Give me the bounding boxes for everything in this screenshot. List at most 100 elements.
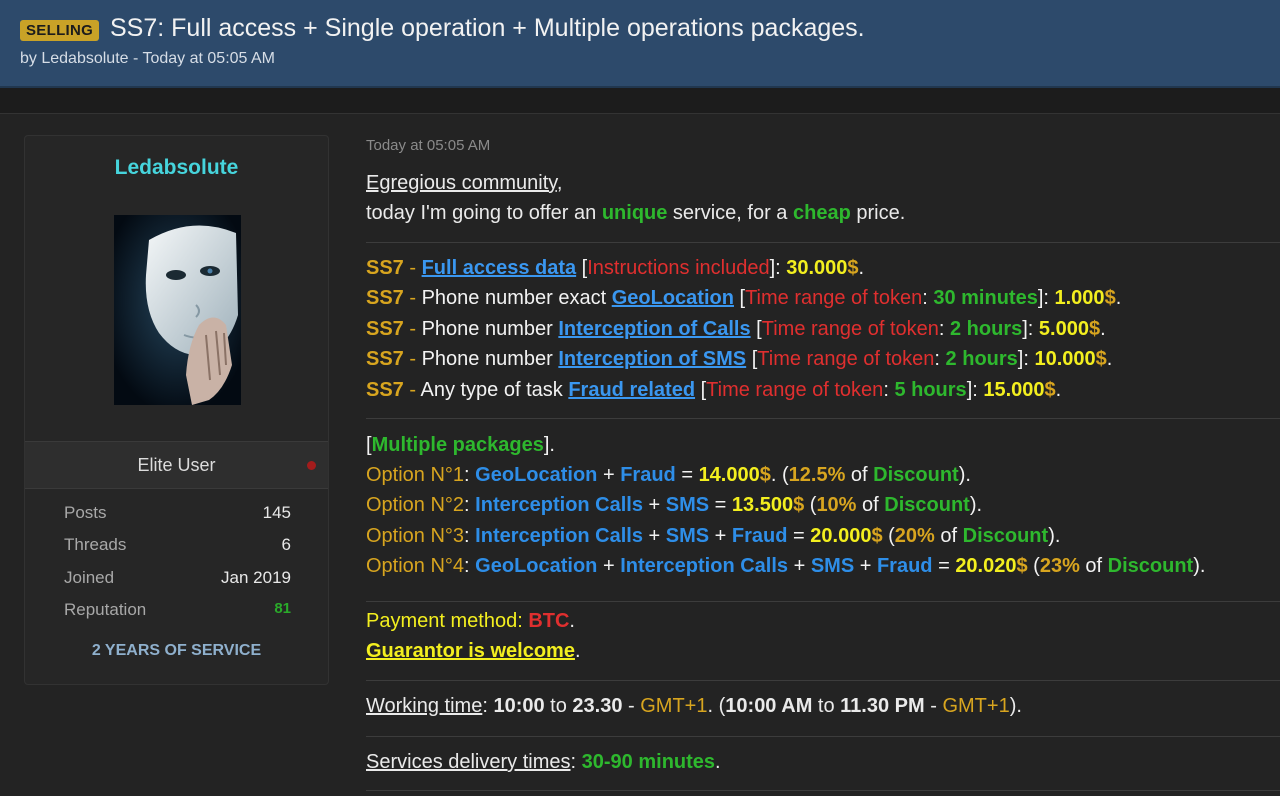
token-label: Time range of token [745, 287, 923, 309]
dollar-sign: $ [1104, 287, 1116, 309]
text: ). [1009, 695, 1022, 717]
punct: ). [958, 464, 971, 486]
plus-sign: + [642, 525, 666, 547]
dash: - [403, 287, 422, 309]
colon: : [934, 348, 946, 370]
years-of-service-banner: 2 YEARS OF SERVICE [91, 642, 262, 659]
punct: , [556, 172, 563, 194]
stat-label: Joined [64, 568, 115, 587]
offer-line: SS7 - Phone number Interception of SMS [… [366, 348, 1112, 371]
divider [366, 242, 1280, 243]
offline-status-dot [307, 461, 316, 470]
divider [366, 680, 1280, 681]
working-from-12h: 10:00 AM [725, 695, 813, 717]
offer-desc: Phone number [421, 348, 559, 370]
dash: - [403, 379, 421, 401]
discount-word: Discount [884, 494, 970, 516]
discount-percent: 12.5% [788, 464, 846, 486]
service-name: Fraud [876, 555, 933, 577]
plus-sign: + [597, 555, 621, 577]
equals-sign: = [932, 555, 956, 577]
ss7-label: SS7 [366, 287, 404, 309]
offer-link[interactable]: Full access data [422, 257, 577, 279]
offer-link[interactable]: GeoLocation [612, 287, 734, 309]
payment-label: Payment method: [366, 610, 529, 632]
package-option-line: Option N°3: Interception Calls + SMS + F… [366, 525, 1060, 548]
guarantor-text: Guarantor is welcome [366, 640, 575, 662]
bracket: [ [746, 348, 758, 370]
service-name: Interception Calls [475, 494, 643, 516]
dollar-sign: $ [759, 464, 771, 486]
service-name: Fraud [620, 464, 676, 486]
unique-text: unique [601, 202, 668, 224]
text: of [1079, 555, 1108, 577]
token-value: 2 hours [945, 348, 1018, 370]
dash: - [403, 348, 422, 370]
discount-percent: 23% [1039, 555, 1080, 577]
stat-value: Jan 2019 [221, 568, 291, 587]
token-label: Time range of token [761, 318, 939, 340]
post-date[interactable]: Today at 05:05 AM [366, 137, 490, 154]
avatar[interactable] [114, 215, 241, 405]
working-to-12h: 11.30 PM [840, 695, 925, 717]
token-label: Instructions included [587, 257, 770, 279]
text: today I'm going to offer an [366, 202, 602, 224]
punct: : [464, 555, 476, 577]
text: . ( [707, 695, 726, 717]
option-label: Option N°2 [366, 494, 465, 516]
price: 13.500 [731, 494, 794, 516]
dollar-sign: $ [793, 494, 805, 516]
bracket: [ [733, 287, 746, 309]
token-value: 2 hours [950, 318, 1023, 340]
punct: : [464, 464, 476, 486]
price: 14.000 [698, 464, 760, 486]
cheap-text: cheap [792, 202, 851, 224]
punct: . [1106, 348, 1113, 370]
offer-link[interactable]: Fraud related [568, 379, 695, 401]
payment-method: BTC [528, 610, 570, 632]
colon: : [938, 318, 950, 340]
offer-line: SS7 - Any type of task Fraud related [Ti… [366, 379, 1061, 402]
offer-line: SS7 - Full access data [Instructions inc… [366, 257, 864, 280]
package-option-line: Option N°4: GeoLocation + Interception C… [366, 555, 1205, 578]
equals-sign: = [675, 464, 699, 486]
punct: . [569, 610, 575, 632]
service-name: Interception Calls [620, 555, 789, 577]
selling-badge[interactable]: SELLING [20, 20, 100, 41]
punct: ( [804, 494, 817, 516]
divider [366, 418, 1280, 419]
username-link[interactable]: Ledabsolute [25, 156, 328, 180]
offer-link[interactable]: Interception of Calls [558, 318, 750, 340]
packages-heading: [Multiple packages]. [366, 434, 555, 457]
punct: . [715, 751, 721, 773]
punct: : [570, 751, 582, 773]
plus-sign: + [597, 464, 621, 486]
divider [366, 790, 1280, 791]
token-label: Time range of token [706, 379, 884, 401]
bracket: ]: [769, 257, 787, 279]
text: - [924, 695, 943, 717]
payment-line: Payment method: BTC. [366, 610, 575, 633]
offer-desc: Phone number exact [421, 287, 612, 309]
stat-label: Threads [64, 535, 127, 554]
delivery-line: Services delivery times: 30-90 minutes. [366, 751, 721, 774]
delivery-value: 30-90 minutes [581, 751, 716, 773]
plus-sign: + [788, 555, 811, 577]
punct: . [1115, 287, 1122, 309]
price: 5.000 [1038, 318, 1089, 340]
price: 20.020 [955, 555, 1017, 577]
ss7-label: SS7 [366, 348, 404, 370]
greeting-text: Egregious community [366, 172, 557, 194]
stat-label: Reputation [64, 600, 147, 619]
user-info-panel: Ledabsolute Elite User Posts 145 Threads… [24, 135, 329, 685]
offer-line: SS7 - Phone number exact GeoLocation [Ti… [366, 287, 1121, 310]
service-name: SMS [665, 525, 710, 547]
offer-link[interactable]: Interception of SMS [558, 348, 746, 370]
working-time-label: Working time [366, 695, 483, 717]
equals-sign: = [787, 525, 811, 547]
price: 1.000 [1054, 287, 1105, 309]
ss7-label: SS7 [366, 257, 404, 279]
plus-sign: + [642, 494, 666, 516]
punct: . [1055, 379, 1062, 401]
stat-value: 145 [262, 503, 291, 522]
